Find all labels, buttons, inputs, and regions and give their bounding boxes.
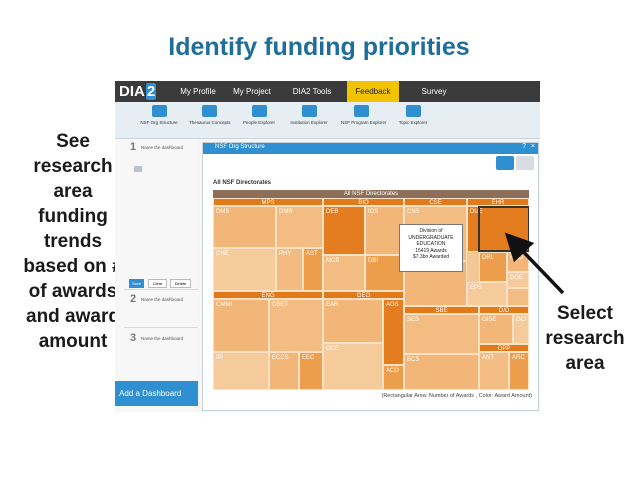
treemap-cell-eec[interactable]: EEC [299,352,323,390]
treemap-cell-ast[interactable]: AST [303,248,323,291]
treemap-cell-phy[interactable]: PHY [276,248,303,291]
treemap-cell-ant[interactable]: ANT [479,352,509,390]
nav-feedback[interactable]: Feedback [347,81,399,102]
tool-nsf-org-structure[interactable]: NSF Org Structure [139,105,179,125]
divider [124,327,198,328]
thesaurus-icon [201,105,217,117]
dashboard-sidebar: 1 Name the dashboard Save Clear Delete 2… [115,139,198,412]
treemap-cell-acd[interactable]: ACD [383,365,404,390]
close-icon[interactable]: × [531,143,535,150]
treemap-cell-ear[interactable]: EAR [323,299,383,343]
treemap-view-icon[interactable] [496,156,514,170]
treemap-cell-iip[interactable]: IIP [213,352,269,390]
delete-button[interactable]: Delete [170,279,191,288]
org-structure-icon [151,105,167,117]
directorate-header-eng[interactable]: ENG [213,291,323,299]
topic-icon [405,105,421,117]
dia2-app-window: DIA 2 My Profile My Project DIA2 Tools Fe… [115,81,540,412]
tools-toolbar: NSF Org Structure Thesaurus Concepts Peo… [115,102,540,139]
treemap-cell-bcs[interactable]: BCS [404,354,479,390]
table-view-icon[interactable] [516,156,534,170]
people-icon [251,105,267,117]
selected-cell-highlight [478,206,529,252]
nav-survey[interactable]: Survey [411,81,457,102]
directorate-header-bio[interactable]: BIO [323,198,404,206]
directorate-header-od[interactable]: O/D [479,306,529,314]
treemap-cell-ses[interactable]: SES [404,314,479,354]
step-label-1[interactable]: Name the dashboard [141,145,183,150]
tooltip-line: $7.3bn Awarded [412,254,450,260]
tool-topic-explorer[interactable]: Topic Explorer [393,105,433,125]
nsf-org-structure-panel: NSF Org Structure ? × All NSF Directorat… [202,142,539,411]
treemap-cell-cmmi[interactable]: CMMI [213,299,269,352]
treemap-cell-che[interactable]: CHE [213,248,276,291]
treemap-tooltip: Division of UNDERGRADUATE EDUCATION 1541… [399,224,463,272]
slide-title: Identify funding priorities [168,33,470,61]
divider [124,289,198,290]
nsf-treemap: All NSF Directorates MPS BIO CSE EHR ENG… [213,190,529,390]
step-number-1: 1 [130,141,137,153]
nav-my-profile[interactable]: My Profile [173,81,223,102]
step-number-3: 3 [130,332,137,344]
treemap-cell-ehr-other[interactable] [507,288,529,306]
treemap-cell-cbet[interactable]: CBET [269,299,323,352]
right-annotation: Select research area [545,303,625,374]
treemap-root-header: All NSF Directorates [213,190,529,198]
treemap-cell-oise[interactable]: OISE [479,314,513,344]
tool-thesaurus-concepts[interactable]: Thesaurus Concepts [189,105,231,125]
treemap-cell-dge[interactable]: DGE [507,272,529,288]
treemap-cell-hrd[interactable]: HRD [507,252,529,272]
treemap-cell-oce[interactable]: OCE [323,343,383,390]
treemap-cell-eps[interactable]: EPS [467,282,507,306]
pin-icon[interactable]: ? [522,143,526,150]
directorate-header-geo[interactable]: GEO [323,291,404,299]
tool-nsf-program-explorer[interactable]: NSF Program Explorer [341,105,387,125]
directorate-header-mps[interactable]: MPS [213,198,323,206]
treemap-cell-mcb[interactable]: MCB [323,255,365,291]
treemap-cell-arc[interactable]: ARC [509,352,529,390]
top-navigation-bar: DIA 2 My Profile My Project DIA2 Tools Fe… [115,81,540,102]
step-label-2[interactable]: Name the dashboard [141,297,183,302]
treemap-cell-drl[interactable]: DRL [479,252,507,282]
clear-button[interactable]: Clear [148,279,167,288]
dia2-logo[interactable]: DIA 2 [119,82,157,101]
step-number-2: 2 [130,293,137,305]
treemap-cell-eccs[interactable]: ECCS [269,352,299,390]
treemap-cell-oci[interactable]: OCI [513,314,529,344]
nav-my-project[interactable]: My Project [227,81,277,102]
step-label-3[interactable]: Name the dashboard [141,336,183,341]
treemap-cell-ags[interactable]: AGS [383,299,404,365]
tool-people-explorer[interactable]: People Explorer [239,105,279,125]
treemap-subtitle: All NSF Directorates [213,180,272,186]
directorate-header-ehr[interactable]: EHR [467,198,529,206]
add-dashboard-button[interactable]: Add a Dashboard [115,381,198,406]
nav-dia2-tools[interactable]: DIA2 Tools [287,81,337,102]
treemap-legend-note: (Rectangular Area: Number of Awards , Co… [381,393,532,399]
treemap-cell-dms[interactable]: DMS [213,206,276,248]
save-button[interactable]: Save [129,279,144,288]
program-icon [353,105,369,117]
directorate-header-cse[interactable]: CSE [404,198,467,206]
tool-institution-explorer[interactable]: Institution Explorer [289,105,329,125]
institution-icon [301,105,317,117]
panel-header: NSF Org Structure ? × [203,143,538,154]
treemap-cell-deb[interactable]: DEB [323,206,365,255]
panel-title: NSF Org Structure [215,144,265,150]
directorate-header-sbe[interactable]: SBE [404,306,479,314]
directorate-header-opp[interactable]: OPP [479,344,529,352]
dashboard-thumbnail-icon [134,166,142,172]
treemap-cell-dmr[interactable]: DMR [276,206,323,248]
